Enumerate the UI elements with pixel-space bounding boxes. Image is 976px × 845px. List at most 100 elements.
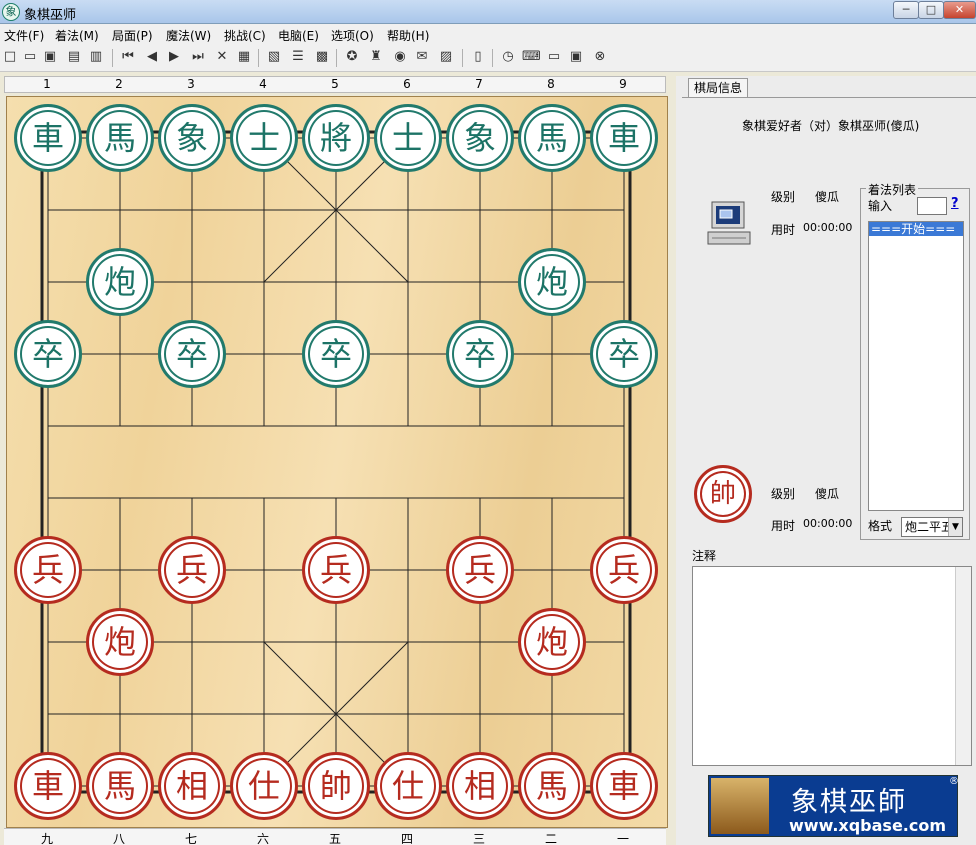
maximize-button[interactable]: □ — [918, 1, 944, 19]
black-piece[interactable]: 炮 — [518, 248, 586, 316]
black-piece[interactable]: 卒 — [158, 320, 226, 388]
move-list-item[interactable]: ===开始=== — [869, 222, 963, 236]
book-icon[interactable]: ▯ — [470, 49, 486, 65]
xqbase-banner[interactable]: 象棋巫師 www.xqbase.com ® — [708, 775, 959, 837]
online-icon[interactable]: ✉ — [414, 49, 430, 65]
column-label: 7 — [475, 77, 483, 91]
black-piece[interactable]: 卒 — [14, 320, 82, 388]
black-piece[interactable]: 士 — [230, 104, 298, 172]
edit-board-icon[interactable]: ▩ — [314, 49, 330, 65]
red-piece[interactable]: 仕 — [230, 752, 298, 820]
open-folder-icon[interactable]: ▭ — [22, 49, 38, 65]
black-piece[interactable]: 卒 — [302, 320, 370, 388]
timer-icon[interactable]: ◷ — [500, 49, 516, 65]
chess-board[interactable]: 車馬象士將士象馬車炮炮卒卒卒卒卒兵兵兵兵兵炮炮車馬相仕帥仕相馬車 — [6, 96, 668, 828]
match-title: 象棋爱好者（对）象棋巫师(傻瓜) — [742, 119, 920, 133]
app-icon: 象 — [2, 3, 20, 21]
record-icon[interactable]: ☰ — [290, 49, 306, 65]
black-piece[interactable]: 馬 — [86, 104, 154, 172]
help-link[interactable]: ? — [951, 196, 959, 211]
black-piece[interactable]: 象 — [446, 104, 514, 172]
red-piece[interactable]: 馬 — [518, 752, 586, 820]
red-piece[interactable]: 炮 — [518, 608, 586, 676]
banner-url: www.xqbase.com — [789, 816, 947, 835]
red-piece[interactable]: 相 — [446, 752, 514, 820]
red-piece[interactable]: 兵 — [158, 536, 226, 604]
column-label: 四 — [400, 832, 413, 845]
menu-position[interactable]: 局面(P) — [112, 27, 153, 44]
red-piece[interactable]: 兵 — [302, 536, 370, 604]
format-select[interactable]: 炮二平五 ▼ — [901, 517, 963, 537]
weibo-icon[interactable]: ◉ — [392, 49, 408, 65]
black-piece[interactable]: 將 — [302, 104, 370, 172]
computer-icon[interactable]: ▭ — [546, 49, 562, 65]
tab-game-info[interactable]: 棋局信息 — [688, 78, 748, 98]
analyze-icon[interactable]: ♜ — [368, 49, 384, 65]
monitor-icon[interactable]: ▣ — [568, 49, 584, 65]
title-bar: 象 象棋巫师 ─ □ ✕ — [0, 0, 976, 24]
red-piece[interactable]: 兵 — [446, 536, 514, 604]
print-icon[interactable]: ▥ — [88, 49, 104, 65]
menu-challenge[interactable]: 挑战(C) — [224, 27, 266, 44]
computer-think-icon[interactable]: ⌨ — [522, 49, 541, 65]
red-piece[interactable]: 兵 — [590, 536, 658, 604]
black-piece[interactable]: 馬 — [518, 104, 586, 172]
banner-registered-mark: ® — [949, 776, 959, 787]
column-label: 9 — [619, 77, 627, 91]
move-input[interactable] — [917, 197, 947, 215]
menu-magic[interactable]: 魔法(W) — [166, 27, 211, 44]
minimize-button[interactable]: ─ — [893, 1, 919, 19]
black-piece[interactable]: 車 — [590, 104, 658, 172]
close-button[interactable]: ✕ — [943, 1, 976, 19]
stop-icon[interactable]: ⊗ — [592, 49, 608, 65]
copy-board-icon[interactable]: ▧ — [266, 49, 282, 65]
menu-options[interactable]: 选项(O) — [331, 27, 374, 44]
red-piece[interactable]: 兵 — [14, 536, 82, 604]
column-label: 七 — [184, 832, 197, 845]
paste-icon[interactable]: ▦ — [236, 49, 252, 65]
red-piece[interactable]: 車 — [590, 752, 658, 820]
chevron-down-icon[interactable]: ▼ — [948, 518, 962, 536]
board-grid — [40, 130, 632, 794]
column-label: 九 — [40, 832, 53, 845]
black-piece[interactable]: 卒 — [446, 320, 514, 388]
red-piece[interactable]: 帥 — [302, 752, 370, 820]
notes-scrollbar[interactable] — [955, 567, 971, 765]
move-list[interactable] — [868, 221, 964, 511]
red-piece[interactable]: 相 — [158, 752, 226, 820]
save-as-icon[interactable]: ▤ — [66, 49, 82, 65]
black-piece[interactable]: 卒 — [590, 320, 658, 388]
red-piece[interactable]: 仕 — [374, 752, 442, 820]
red-piece[interactable]: 馬 — [86, 752, 154, 820]
wheel-icon[interactable]: ✪ — [344, 49, 360, 65]
last-move-icon[interactable]: ⏭ — [190, 49, 206, 65]
delete-icon[interactable]: ✕ — [214, 49, 230, 65]
new-file-icon[interactable]: □ — [2, 49, 18, 65]
menu-file[interactable]: 文件(F) — [4, 27, 44, 44]
column-label: 3 — [187, 77, 195, 91]
column-label: 6 — [403, 77, 411, 91]
bottom-level-value: 傻瓜 — [815, 487, 840, 501]
black-piece[interactable]: 士 — [374, 104, 442, 172]
top-time-label: 用时 — [771, 223, 796, 237]
black-piece[interactable]: 炮 — [86, 248, 154, 316]
next-move-icon[interactable]: ▶ — [166, 49, 182, 65]
clipboard-icon[interactable]: ▨ — [438, 49, 454, 65]
menu-moves[interactable]: 着法(M) — [55, 27, 99, 44]
column-label: 五 — [328, 832, 341, 845]
column-label: 二 — [544, 832, 557, 845]
menu-computer[interactable]: 电脑(E) — [278, 27, 319, 44]
column-label: 六 — [256, 832, 269, 845]
save-icon[interactable]: ▣ — [42, 49, 58, 65]
top-level-value: 傻瓜 — [815, 190, 840, 204]
black-piece[interactable]: 車 — [14, 104, 82, 172]
red-piece[interactable]: 車 — [14, 752, 82, 820]
window-title: 象棋巫师 — [24, 8, 77, 23]
notes-textarea[interactable] — [692, 566, 972, 766]
menu-help[interactable]: 帮助(H) — [387, 27, 429, 44]
prev-move-icon[interactable]: ◀ — [144, 49, 160, 65]
move-list-title: 着法列表 — [866, 181, 919, 198]
black-piece[interactable]: 象 — [158, 104, 226, 172]
first-move-icon[interactable]: ⏮ — [120, 49, 136, 65]
red-piece[interactable]: 炮 — [86, 608, 154, 676]
